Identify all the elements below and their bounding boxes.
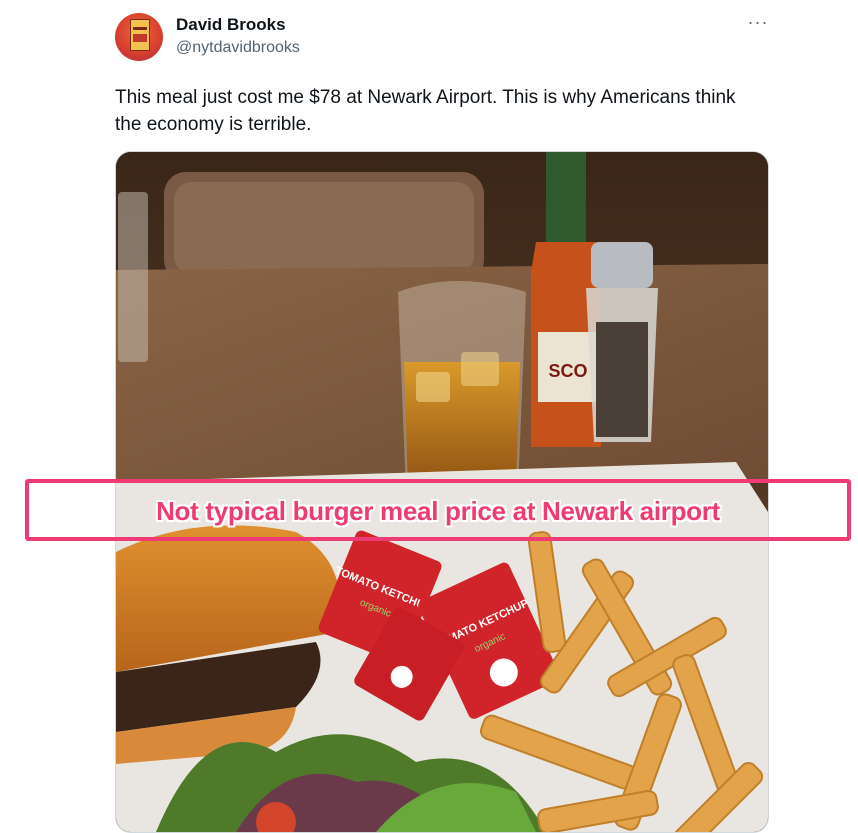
annotation-text: Not typical burger meal price at Newark … <box>156 496 720 526</box>
tweet-text: This meal just cost me $78 at Newark Air… <box>115 87 736 135</box>
author-avatar[interactable] <box>115 13 163 61</box>
avatar-book-icon <box>130 19 150 51</box>
author-handle[interactable]: @nytdavidbrooks <box>176 39 300 57</box>
author-name[interactable]: David Brooks <box>176 15 286 35</box>
more-options-icon[interactable]: ··· <box>744 12 772 32</box>
svg-text:SCO: SCO <box>548 361 587 381</box>
